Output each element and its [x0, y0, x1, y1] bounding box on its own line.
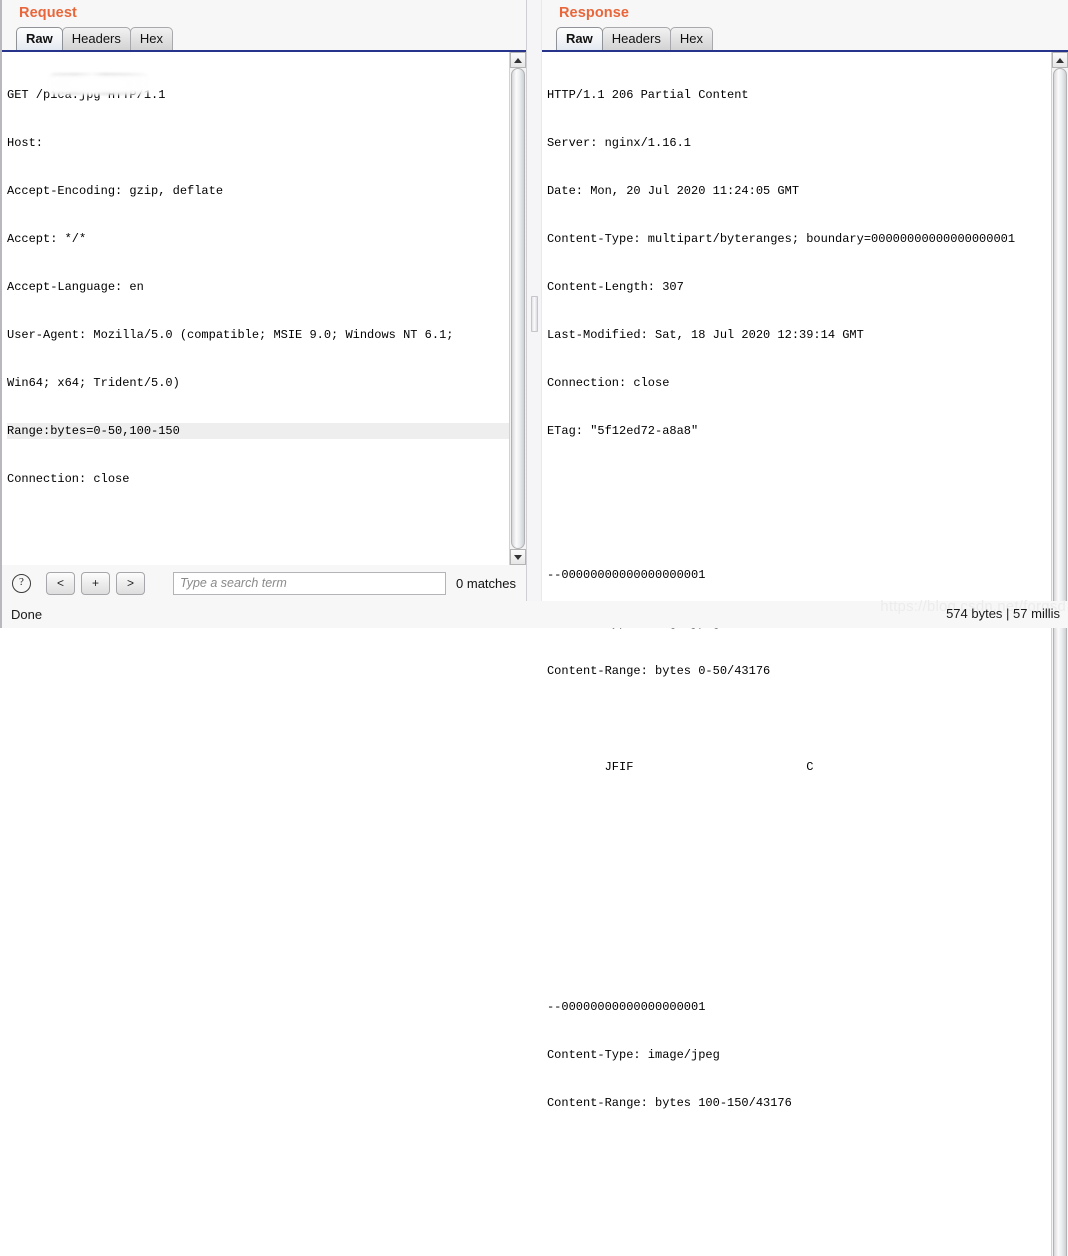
status-text: Done — [11, 607, 43, 622]
request-search-input[interactable] — [173, 571, 447, 595]
response-line — [547, 951, 1051, 967]
response-line: HTTP/1.1 206 Partial Content — [546, 88, 749, 102]
response-line: --00000000000000000001 — [546, 568, 706, 582]
response-tab-headers[interactable]: Headers — [601, 27, 671, 50]
response-line: Content-Range: bytes 0-50/43176 — [546, 664, 771, 678]
request-tabs: Raw Headers Hex — [2, 27, 526, 50]
response-line — [547, 711, 1051, 727]
response-tabs: Raw Headers Hex — [542, 27, 1068, 50]
scroll-up-button[interactable] — [1052, 52, 1068, 68]
request-line: Accept-Language: en — [7, 280, 144, 294]
request-tab-raw[interactable]: Raw — [16, 27, 63, 50]
request-search-next-button[interactable]: > — [116, 571, 145, 595]
response-line: Server: nginx/1.16.1 — [546, 136, 692, 150]
help-icon[interactable]: ? — [12, 573, 31, 593]
response-line — [547, 855, 1051, 871]
response-line: Content-Type: multipart/byteranges; boun… — [546, 232, 1016, 246]
request-search-add-button[interactable]: + — [81, 571, 110, 595]
response-line: Last-Modified: Sat, 18 Jul 2020 12:39:14… — [546, 328, 864, 342]
status-bar: Done https://blog.csdn.net/forgsd 574 by… — [0, 598, 1068, 628]
response-tab-raw[interactable]: Raw — [555, 27, 603, 50]
request-search-prev-button[interactable]: < — [46, 571, 75, 595]
response-line: Content-Type: image/jpeg — [546, 1048, 720, 1062]
splitter-grip[interactable] — [531, 296, 539, 332]
response-tab-hex[interactable]: Hex — [669, 27, 713, 50]
response-line — [547, 1191, 1051, 1207]
request-line: Accept: */* — [7, 232, 87, 246]
scroll-down-button[interactable] — [510, 549, 527, 565]
message-panes: Request Raw Headers Hex GET /pica.jpg HT… — [0, 0, 1068, 1256]
response-pane: Response Raw Headers Hex HTTP/1.1 206 Pa… — [541, 0, 1068, 1256]
response-line — [547, 471, 1051, 487]
request-viewer-wrap: GET /pica.jpg HTTP/1.1 Host: Accept-Enco… — [2, 50, 527, 565]
request-line: GET /pica.jpg HTTP/1.1 — [7, 88, 166, 102]
request-line-highlighted: Range:bytes=0-50,100-150 — [7, 423, 510, 439]
caret-up-icon — [514, 57, 523, 63]
request-pane: Request Raw Headers Hex GET /pica.jpg HT… — [0, 0, 527, 601]
request-search-bar: ? < + > 0 matches — [2, 565, 527, 601]
request-tab-headers[interactable]: Headers — [61, 27, 131, 50]
response-meta: 574 bytes | 57 millis — [946, 606, 1060, 621]
response-line: Connection: close — [546, 376, 670, 390]
pane-splitter[interactable] — [526, 0, 542, 601]
request-tab-hex[interactable]: Hex — [129, 27, 173, 50]
response-line: JFIF C — [546, 760, 814, 774]
burp-repeater-window: Request Raw Headers Hex GET /pica.jpg HT… — [0, 0, 1068, 1256]
response-line: ETag: "5f12ed72-a8a8" — [546, 424, 699, 438]
request-line: Host: — [7, 136, 51, 150]
window-left-edge — [0, 601, 2, 628]
response-line: Content-Length: 307 — [546, 280, 684, 294]
request-match-count: 0 matches — [456, 575, 517, 591]
caret-up-icon — [1056, 57, 1064, 63]
response-line — [547, 903, 1051, 919]
response-title: Response — [558, 5, 630, 21]
response-viewer-wrap: HTTP/1.1 206 Partial Content Server: ngi… — [541, 50, 1068, 1256]
scroll-thumb[interactable] — [511, 68, 526, 549]
scroll-track[interactable] — [510, 68, 527, 549]
response-line: Content-Range: bytes 100-150/43176 — [546, 1096, 792, 1110]
scroll-up-button[interactable] — [510, 52, 527, 68]
request-line: Accept-Encoding: gzip, deflate — [7, 184, 224, 198]
request-title: Request — [19, 5, 77, 21]
caret-down-icon — [514, 554, 523, 560]
request-vertical-scrollbar[interactable] — [509, 52, 527, 565]
scroll-track[interactable] — [1052, 68, 1068, 1256]
response-line: Date: Mon, 20 Jul 2020 11:24:05 GMT — [546, 184, 800, 198]
response-raw-text[interactable]: HTTP/1.1 206 Partial Content Server: ngi… — [541, 52, 1051, 1256]
request-line: Win64; x64; Trident/5.0) — [7, 376, 180, 390]
request-line: Connection: close — [7, 472, 130, 486]
response-line — [547, 519, 1051, 535]
response-vertical-scrollbar[interactable] — [1051, 52, 1068, 1256]
response-line — [547, 1239, 1051, 1255]
response-line — [547, 807, 1051, 823]
response-line: --00000000000000000001 — [546, 1000, 706, 1014]
request-raw-text[interactable]: GET /pica.jpg HTTP/1.1 Host: Accept-Enco… — [2, 52, 510, 565]
scroll-thumb[interactable] — [1053, 68, 1067, 1256]
request-line: User-Agent: Mozilla/5.0 (compatible; MSI… — [7, 328, 454, 342]
response-line — [547, 1143, 1051, 1159]
